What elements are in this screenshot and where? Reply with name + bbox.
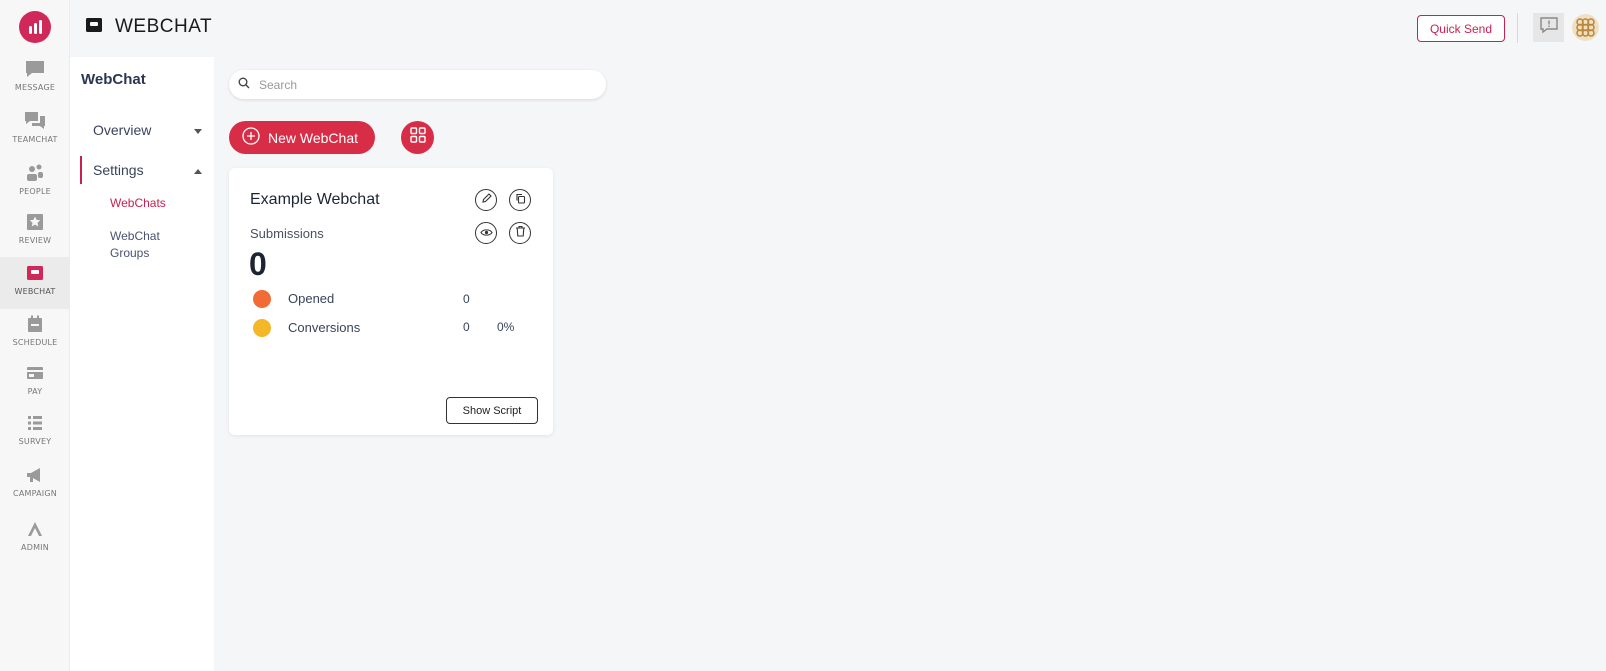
rail-item-review[interactable]: REVIEW	[0, 211, 70, 261]
star-icon	[24, 211, 46, 233]
conversions-status-dot	[253, 319, 271, 337]
plus-circle-icon	[242, 127, 260, 148]
search-bar	[229, 70, 606, 99]
list-icon	[24, 412, 46, 434]
submissions-label: Submissions	[250, 226, 324, 241]
delete-button[interactable]	[509, 222, 531, 244]
rail-item-pay[interactable]: PAY	[0, 362, 70, 412]
rail-item-label: CAMPAIGN	[13, 489, 57, 498]
calendar-icon	[24, 313, 46, 335]
logo-mark-icon	[29, 20, 42, 34]
caret-up-icon	[194, 161, 202, 179]
rail-item-label: TEAMCHAT	[12, 135, 58, 144]
rail-item-label: SCHEDULE	[12, 338, 58, 347]
caret-down-icon	[194, 121, 202, 139]
user-avatar[interactable]	[1572, 14, 1599, 41]
app-rail: MESSAGE TEAMCHAT PEOPLE REVIEW WEBCHAT S…	[0, 0, 70, 671]
subnav-link-webchats[interactable]: WebChats	[110, 195, 200, 212]
new-webchat-label: New WebChat	[268, 129, 359, 146]
quick-send-button[interactable]: Quick Send	[1417, 15, 1505, 42]
trash-icon	[515, 224, 526, 242]
search-input[interactable]	[259, 77, 579, 92]
people-icon	[24, 162, 46, 184]
rail-item-message[interactable]: MESSAGE	[0, 58, 70, 108]
eye-icon	[479, 224, 493, 242]
grid-icon	[409, 127, 426, 148]
webchat-icon	[24, 262, 46, 284]
rail-item-label: SURVEY	[18, 437, 52, 446]
conversions-label: Conversions	[288, 320, 361, 335]
copy-icon	[515, 191, 526, 209]
rail-item-people[interactable]: PEOPLE	[0, 162, 70, 212]
subnav-section-label: Settings	[93, 162, 144, 178]
card-icon	[24, 362, 46, 384]
page-header: WEBCHAT	[85, 14, 212, 40]
rail-item-teamchat[interactable]: TEAMCHAT	[0, 110, 70, 160]
rail-item-label: MESSAGE	[14, 83, 56, 92]
rail-item-label: PAY	[27, 387, 43, 396]
page-title: WEBCHAT	[115, 16, 213, 37]
rail-item-webchat[interactable]: WEBCHAT	[0, 257, 70, 309]
megaphone-icon	[24, 464, 46, 486]
subnav-section-label: Overview	[93, 122, 152, 138]
webchat-card: Example Webchat Submissions 0 Opened 0 C…	[229, 168, 553, 435]
show-script-button[interactable]: Show Script	[446, 397, 538, 424]
rail-item-label: REVIEW	[18, 236, 52, 245]
subnav-section-settings[interactable]: Settings	[80, 156, 206, 184]
rail-item-label: WEBCHAT	[14, 287, 56, 296]
conversions-percent: 0%	[497, 320, 515, 334]
rail-item-label: PEOPLE	[19, 187, 51, 196]
conversions-value: 0	[463, 320, 470, 334]
pencil-icon	[481, 191, 492, 209]
opened-value: 0	[463, 292, 470, 306]
webchat-card-title: Example Webchat	[250, 191, 380, 208]
opened-label: Opened	[288, 291, 335, 306]
header-divider	[1517, 13, 1518, 43]
submissions-count: 0	[249, 246, 267, 282]
rail-item-schedule[interactable]: SCHEDULE	[0, 313, 70, 363]
preview-button[interactable]	[475, 222, 497, 244]
message-icon	[24, 58, 46, 80]
feedback-button[interactable]	[1533, 13, 1564, 42]
grid-view-button[interactable]	[401, 121, 434, 154]
feedback-icon	[1539, 16, 1559, 39]
subnav-title: WebChat	[81, 71, 146, 88]
rail-item-label: ADMIN	[21, 543, 49, 552]
rail-item-admin[interactable]: ADMIN	[0, 518, 70, 568]
edit-button[interactable]	[475, 189, 497, 211]
teamchat-icon	[24, 110, 46, 132]
search-icon	[238, 76, 250, 94]
duplicate-button[interactable]	[509, 189, 531, 211]
subnav-section-overview[interactable]: Overview	[80, 116, 206, 144]
rail-item-survey[interactable]: SURVEY	[0, 412, 70, 462]
avatar-pattern-icon	[1572, 14, 1599, 41]
admin-icon	[24, 518, 46, 540]
app-logo[interactable]	[19, 11, 51, 43]
subnav-link-webchat-groups[interactable]: WebChat Groups	[110, 228, 200, 262]
webchat-subnav: WebChat Overview Settings WebChats WebCh…	[70, 57, 214, 671]
webchat-header-icon	[85, 17, 103, 38]
opened-status-dot	[253, 290, 271, 308]
rail-item-campaign[interactable]: CAMPAIGN	[0, 464, 70, 514]
new-webchat-button[interactable]: New WebChat	[229, 121, 375, 154]
